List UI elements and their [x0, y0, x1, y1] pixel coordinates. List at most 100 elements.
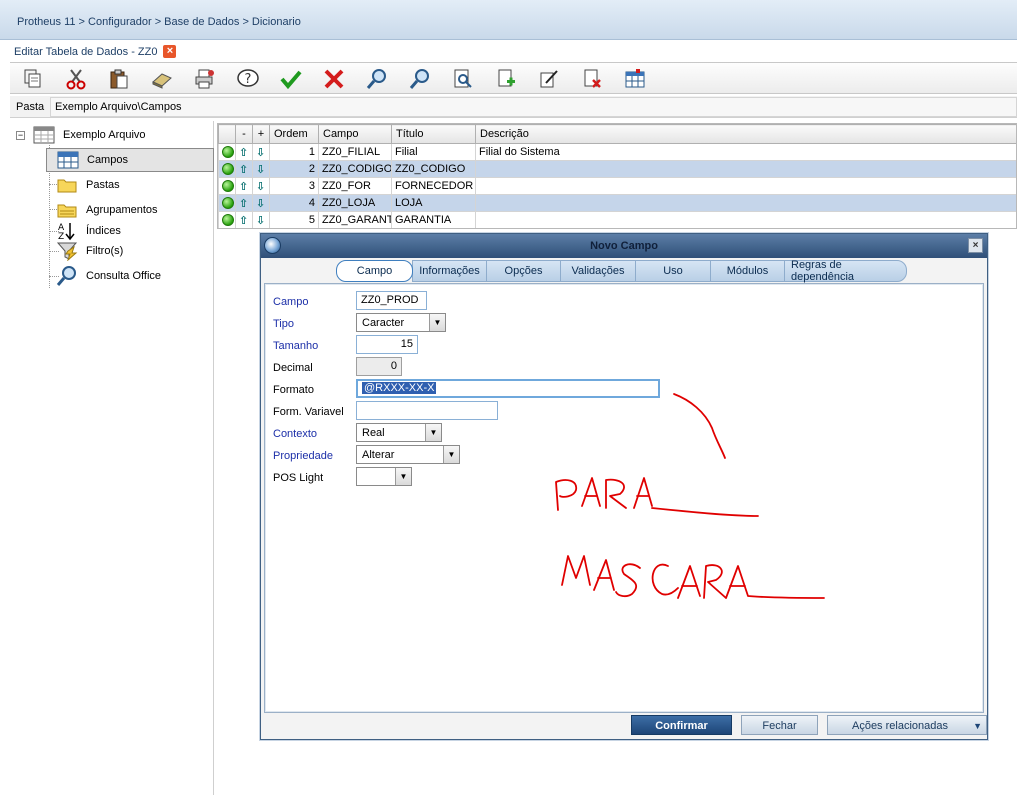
- move-up-icon[interactable]: ⇧: [235, 194, 253, 212]
- folder-group-icon: [57, 204, 77, 218]
- status-icon: [218, 194, 236, 212]
- tree-item-label: Índices: [86, 225, 121, 237]
- dialog-close-icon[interactable]: ×: [968, 238, 983, 253]
- table-row[interactable]: ⇧ ⇩ 3 ZZ0_FOR FORNECEDOR: [218, 177, 1016, 195]
- tab-informacoes[interactable]: Informações: [412, 260, 487, 282]
- grid-header-titulo[interactable]: Título: [391, 124, 476, 144]
- novo-campo-dialog: Novo Campo × Campo Informações Opções Va…: [260, 233, 988, 740]
- pasta-label: Pasta: [16, 101, 45, 113]
- tree-item-label: Agrupamentos: [86, 204, 158, 216]
- tree-item-agrupamentos[interactable]: Agrupamentos: [56, 199, 158, 221]
- tab-modulos[interactable]: Módulos: [710, 260, 785, 282]
- confirm-check-icon[interactable]: [278, 66, 304, 92]
- cancel-x-icon[interactable]: [321, 66, 347, 92]
- table-row[interactable]: ⇧ ⇩ 2 ZZ0_CODIGO ZZ0_CODIGO: [218, 160, 1016, 178]
- formato-field[interactable]: @RXXX-XX-X: [356, 379, 660, 398]
- move-up-icon[interactable]: ⇧: [235, 143, 253, 161]
- tree-item-filtros[interactable]: Filtro(s): [56, 240, 123, 262]
- grid-header-ordem[interactable]: Ordem: [269, 124, 319, 144]
- status-icon: [218, 160, 236, 178]
- tab-regras-dependencia[interactable]: Regras de dependência: [784, 259, 907, 283]
- move-up-icon[interactable]: ⇧: [235, 177, 253, 195]
- formato-label: Formato: [273, 384, 314, 396]
- cut-icon[interactable]: [63, 66, 89, 92]
- document-tab[interactable]: Editar Tabela de Dados - ZZ0 ×: [10, 43, 180, 60]
- collapse-icon[interactable]: −: [16, 130, 25, 140]
- help-icon[interactable]: ?: [235, 66, 261, 92]
- move-up-icon[interactable]: ⇧: [235, 160, 253, 178]
- move-up-icon[interactable]: ⇧: [235, 211, 253, 228]
- toolbar: ?: [10, 62, 1017, 94]
- acoes-relacionadas-button[interactable]: Ações relacionadas ▼: [827, 715, 987, 735]
- dialog-title-bar[interactable]: Novo Campo ×: [261, 234, 987, 258]
- propriedade-label: Propriedade: [273, 450, 333, 462]
- grid-header-minus[interactable]: -: [235, 124, 253, 144]
- move-down-icon[interactable]: ⇩: [252, 160, 270, 178]
- print-icon[interactable]: [192, 66, 218, 92]
- paste-icon[interactable]: [106, 66, 132, 92]
- grid-header-status[interactable]: [218, 124, 236, 144]
- grid-header-plus[interactable]: +: [252, 124, 270, 144]
- tree-item-consulta-office[interactable]: Consulta Office: [56, 265, 161, 287]
- cell-campo: ZZ0_FILIAL: [318, 143, 392, 161]
- decimal-field[interactable]: 0: [356, 357, 402, 376]
- cell-campo: ZZ0_LOJA: [318, 194, 392, 212]
- formato-value: @RXXX-XX-X: [362, 382, 437, 394]
- tab-validacoes[interactable]: Validações: [560, 260, 636, 282]
- pasta-bar: Pasta Exemplo Arquivo\Campos: [10, 96, 1017, 118]
- status-icon: [218, 211, 236, 228]
- move-down-icon[interactable]: ⇩: [252, 194, 270, 212]
- preview-icon[interactable]: [450, 66, 476, 92]
- tipo-select[interactable]: Caracter ▼: [356, 313, 446, 332]
- table-row[interactable]: ⇧ ⇩ 5 ZZ0_GARANT GARANTIA: [218, 211, 1016, 228]
- cell-campo: ZZ0_CODIGO: [318, 160, 392, 178]
- find-icon[interactable]: [407, 66, 433, 92]
- status-icon: [218, 143, 236, 161]
- chevron-down-icon[interactable]: ▼: [395, 468, 411, 485]
- tab-uso[interactable]: Uso: [635, 260, 711, 282]
- form-variavel-field[interactable]: [356, 401, 498, 420]
- confirmar-button[interactable]: Confirmar: [631, 715, 732, 735]
- table-row[interactable]: ⇧ ⇩ 4 ZZ0_LOJA LOJA: [218, 194, 1016, 212]
- edit-icon[interactable]: [536, 66, 562, 92]
- table-row[interactable]: ⇧ ⇩ 1 ZZ0_FILIAL Filial Filial do Sistem…: [218, 143, 1016, 161]
- table-icon[interactable]: [622, 66, 648, 92]
- move-down-icon[interactable]: ⇩: [252, 143, 270, 161]
- dialog-tabs: Campo Informações Opções Validações Uso …: [336, 259, 907, 283]
- move-down-icon[interactable]: ⇩: [252, 177, 270, 195]
- pos-light-select[interactable]: ▼: [356, 467, 412, 486]
- decimal-label: Decimal: [273, 362, 313, 374]
- chevron-down-icon[interactable]: ▼: [429, 314, 445, 331]
- delete-document-icon[interactable]: [579, 66, 605, 92]
- pos-light-label: POS Light: [273, 472, 324, 484]
- grid-header-campo[interactable]: Campo: [318, 124, 392, 144]
- close-tab-icon[interactable]: ×: [163, 45, 177, 58]
- add-document-icon[interactable]: [493, 66, 519, 92]
- campo-field[interactable]: ZZ0_PROD: [356, 291, 427, 310]
- tree-root[interactable]: − Exemplo Arquivo: [16, 124, 212, 146]
- search-icon[interactable]: [364, 66, 390, 92]
- copy-icon[interactable]: [20, 66, 46, 92]
- propriedade-select[interactable]: Alterar ▼: [356, 445, 460, 464]
- grid-header-descricao[interactable]: Descrição: [475, 124, 1016, 144]
- cell-titulo: GARANTIA: [391, 211, 476, 228]
- acoes-relacionadas-label: Ações relacionadas: [851, 720, 948, 732]
- chevron-down-icon[interactable]: ▼: [443, 446, 459, 463]
- move-down-icon[interactable]: ⇩: [252, 211, 270, 228]
- breadcrumb[interactable]: Protheus 11 > Configurador > Base de Dad…: [17, 16, 301, 28]
- tree-item-indices[interactable]: AZ Índices: [56, 220, 121, 242]
- tree-item-label: Consulta Office: [86, 270, 162, 282]
- tab-campo[interactable]: Campo: [336, 260, 413, 282]
- fechar-button[interactable]: Fechar: [741, 715, 818, 735]
- chevron-down-icon[interactable]: ▼: [425, 424, 441, 441]
- tab-opcoes[interactable]: Opções: [486, 260, 561, 282]
- tree-item-pastas[interactable]: Pastas: [56, 174, 120, 196]
- tamanho-field[interactable]: 15: [356, 335, 418, 354]
- table-icon: [33, 126, 55, 144]
- eraser-icon[interactable]: [149, 66, 175, 92]
- contexto-select[interactable]: Real ▼: [356, 423, 442, 442]
- cell-campo: ZZ0_FOR: [318, 177, 392, 195]
- tree-root-label: Exemplo Arquivo: [63, 129, 146, 141]
- tree-item-label: Filtro(s): [86, 245, 124, 257]
- tree-item-campos[interactable]: Campos: [46, 148, 214, 172]
